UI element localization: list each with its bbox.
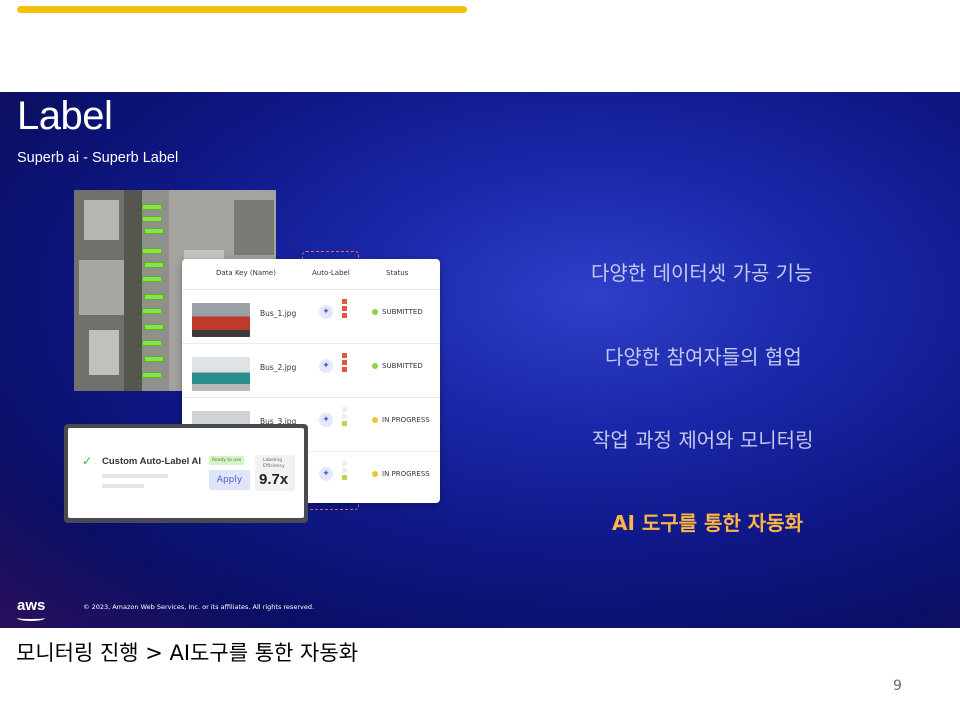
status-dot bbox=[372, 309, 378, 315]
table-row[interactable]: Bus_1.jpg ✦ SUBMITTED bbox=[182, 289, 440, 344]
status-text: IN PROGRESS bbox=[382, 416, 430, 424]
status-text: IN PROGRESS bbox=[382, 470, 430, 478]
aws-logo: aws bbox=[17, 597, 46, 614]
auto-label-icon[interactable]: ✦ bbox=[319, 467, 333, 481]
placeholder-line bbox=[102, 484, 144, 488]
table-row[interactable]: Bus_2.jpg ✦ SUBMITTED bbox=[182, 343, 440, 398]
label-bars bbox=[342, 461, 347, 482]
label-bars bbox=[342, 353, 347, 374]
caption: 모니터링 진행 > AI도구를 통한 자동화 bbox=[16, 641, 359, 665]
status-dot bbox=[372, 417, 378, 423]
feature-item: 다양한 참여자들의 협업 bbox=[605, 345, 802, 369]
check-icon: ✓ bbox=[82, 454, 93, 468]
column-header-auto-label: Auto-Label bbox=[312, 269, 350, 277]
table-header: Data Key (Name) Auto-Label Status bbox=[182, 259, 440, 290]
popup-title: Custom Auto-Label AI bbox=[102, 456, 202, 467]
status-text: SUBMITTED bbox=[382, 308, 423, 316]
top-accent-bar bbox=[17, 6, 467, 13]
file-name: Bus_1.jpg bbox=[260, 309, 297, 318]
feature-item: 작업 과정 제어와 모니터링 bbox=[592, 428, 814, 452]
label-bars bbox=[342, 407, 347, 428]
placeholder-line bbox=[102, 474, 168, 478]
status-dot bbox=[372, 363, 378, 369]
copyright: © 2023, Amazon Web Services, Inc. or its… bbox=[83, 603, 315, 611]
file-name: Bus_2.jpg bbox=[260, 363, 297, 372]
slide-title: Label bbox=[17, 94, 113, 138]
auto-label-icon[interactable]: ✦ bbox=[319, 359, 333, 373]
page-number: 9 bbox=[893, 678, 902, 694]
ready-badge: Ready to use bbox=[209, 456, 245, 465]
slide: Label Superb ai - Superb Label Data Key … bbox=[0, 92, 960, 628]
bus-thumbnail bbox=[192, 357, 250, 391]
auto-label-icon[interactable]: ✦ bbox=[319, 305, 333, 319]
efficiency-value: 9.7x bbox=[259, 471, 289, 488]
status-dot bbox=[372, 471, 378, 477]
status-text: SUBMITTED bbox=[382, 362, 423, 370]
auto-label-icon[interactable]: ✦ bbox=[319, 413, 333, 427]
feature-item: 다양한 데이터셋 가공 기능 bbox=[591, 261, 813, 285]
auto-label-popup: ✓ Custom Auto-Label AI Ready to use Appl… bbox=[68, 428, 304, 518]
bus-thumbnail bbox=[192, 303, 250, 337]
label-bars bbox=[342, 299, 347, 320]
feature-item-highlight: AI 도구를 통한 자동화 bbox=[612, 511, 804, 535]
aws-smile-icon bbox=[17, 615, 45, 621]
column-header-data-key: Data Key (Name) bbox=[216, 269, 276, 277]
apply-button[interactable]: Apply bbox=[209, 470, 250, 490]
efficiency-box: Labeling Efficiency 9.7x bbox=[255, 455, 295, 491]
efficiency-label: Labeling Efficiency bbox=[263, 458, 285, 469]
column-header-status: Status bbox=[386, 269, 409, 277]
slide-subtitle: Superb ai - Superb Label bbox=[17, 150, 179, 166]
